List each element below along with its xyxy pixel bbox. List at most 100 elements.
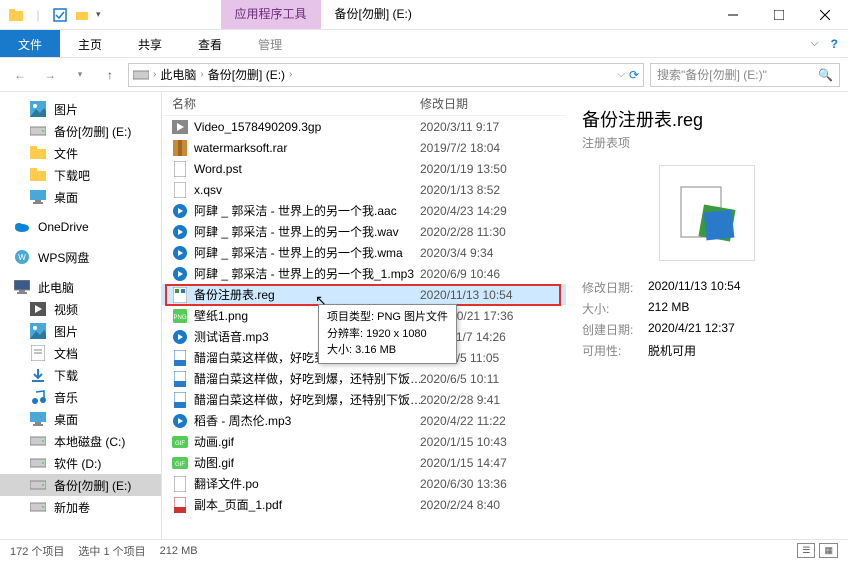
file-row[interactable]: watermarksoft.rar2019/7/2 18:04 xyxy=(162,137,566,158)
sidebar-item-label: 图片 xyxy=(54,323,78,340)
thispc-icon xyxy=(14,279,30,295)
file-name: x.qsv xyxy=(194,183,222,197)
sidebar-item[interactable]: 音乐 xyxy=(0,386,161,408)
detail-property: 可用性:脱机可用 xyxy=(582,342,832,359)
folder-icon xyxy=(30,145,46,161)
sidebar-item-label: 备份[勿删] (E:) xyxy=(54,123,131,140)
sidebar-item[interactable]: 本地磁盘 (C:) xyxy=(0,430,161,452)
pictures-icon xyxy=(30,101,46,117)
tab-view[interactable]: 查看 xyxy=(180,30,240,57)
file-date: 2020/6/9 10:46 xyxy=(420,267,550,281)
sidebar-item-label: 下载 xyxy=(54,367,78,384)
back-button[interactable]: ← xyxy=(8,63,32,87)
details-title: 备份注册表.reg xyxy=(582,106,832,132)
help-icon[interactable]: ? xyxy=(831,37,838,51)
file-row[interactable]: 备份注册表.reg2020/11/13 10:54 xyxy=(162,284,566,305)
audio-icon xyxy=(172,203,188,219)
forward-button[interactable]: → xyxy=(38,63,62,87)
sidebar-item[interactable]: 下载吧 xyxy=(0,164,161,186)
file-date: 2020/1/15 10:43 xyxy=(420,435,550,449)
audio-icon xyxy=(172,224,188,240)
breadcrumb-thispc[interactable]: 此电脑 xyxy=(160,66,196,83)
sidebar-item[interactable]: 桌面 xyxy=(0,186,161,208)
file-row[interactable]: 翻译文件.po2020/6/30 13:36 xyxy=(162,473,566,494)
dropdown-icon[interactable]: ⌵ xyxy=(617,69,625,80)
tab-file[interactable]: 文件 xyxy=(0,30,60,57)
tab-home[interactable]: 主页 xyxy=(60,30,120,57)
refresh-icon[interactable]: ⟳ xyxy=(629,68,639,82)
checkbox-icon[interactable] xyxy=(52,7,68,23)
sidebar-item[interactable]: WWPS网盘 xyxy=(0,246,161,268)
file-row[interactable]: 阿肆 _ 郭采洁 - 世界上的另一个我.wma2020/3/4 9:34 xyxy=(162,242,566,263)
sidebar-item[interactable]: 新加卷 xyxy=(0,496,161,518)
sidebar-item[interactable]: 下载 xyxy=(0,364,161,386)
minimize-button[interactable] xyxy=(710,0,756,29)
tab-manage[interactable]: 管理 xyxy=(240,30,300,57)
file-date: 2020/1/15 14:47 xyxy=(420,456,550,470)
file-list[interactable]: 名称 修改日期 Video_1578490209.3gp2020/3/11 9:… xyxy=(162,92,566,539)
sidebar-item-label: 桌面 xyxy=(54,189,78,206)
audio-icon xyxy=(172,245,188,261)
sidebar-item[interactable]: OneDrive xyxy=(0,216,161,238)
file-row[interactable]: GIF动图.gif2020/1/15 14:47 xyxy=(162,452,566,473)
file-row[interactable]: 醋溜白菜这样做，好吃到爆，还特别下饭…2020/2/28 9:41 xyxy=(162,389,566,410)
detail-property: 创建日期:2020/4/21 12:37 xyxy=(582,321,832,338)
dropdown-icon[interactable]: ▾ xyxy=(96,9,101,20)
expand-ribbon-icon[interactable]: ⌵ xyxy=(810,37,818,50)
file-name: 醋溜白菜这样做，好吃到… xyxy=(194,349,338,366)
up-button[interactable]: ↑ xyxy=(98,63,122,87)
address-input[interactable]: › 此电脑 › 备份[勿删] (E:) › ⌵ ⟳ xyxy=(128,63,644,87)
sidebar-item[interactable]: 文件 xyxy=(0,142,161,164)
sidebar-item[interactable]: 桌面 xyxy=(0,408,161,430)
videos-icon xyxy=(30,301,46,317)
audio-icon xyxy=(172,266,188,282)
file-row[interactable]: 副本_页面_1.pdf2020/2/24 8:40 xyxy=(162,494,566,515)
view-details-icon[interactable]: ☰ xyxy=(797,543,815,558)
context-tab[interactable]: 应用程序工具 xyxy=(221,0,321,29)
audio-icon xyxy=(172,413,188,429)
folder-small-icon[interactable] xyxy=(74,7,90,23)
prop-label: 创建日期: xyxy=(582,321,648,338)
column-name[interactable]: 名称 xyxy=(172,95,420,112)
close-button[interactable] xyxy=(802,0,848,29)
file-row[interactable]: Video_1578490209.3gp2020/3/11 9:17 xyxy=(162,116,566,137)
file-row[interactable]: 醋溜白菜这样做，好吃到爆，还特别下饭…2020/6/5 10:11 xyxy=(162,368,566,389)
search-input[interactable]: 搜索"备份[勿删] (E:)" 🔍 xyxy=(650,63,840,87)
sidebar-item[interactable]: 文档 xyxy=(0,342,161,364)
file-row[interactable]: GIF动画.gif2020/1/15 10:43 xyxy=(162,431,566,452)
chevron-icon[interactable]: › xyxy=(289,69,292,80)
tab-share[interactable]: 共享 xyxy=(120,30,180,57)
file-row[interactable]: 阿肆 _ 郭采洁 - 世界上的另一个我_1.mp32020/6/9 10:46 xyxy=(162,263,566,284)
details-pane: 备份注册表.reg 注册表项 修改日期:2020/11/13 10:54大小:2… xyxy=(566,92,848,539)
sidebar-item[interactable]: 图片 xyxy=(0,320,161,342)
maximize-button[interactable] xyxy=(756,0,802,29)
column-date[interactable]: 修改日期 xyxy=(420,95,550,112)
file-date: 2020/6/30 13:36 xyxy=(420,477,550,491)
file-row[interactable]: Word.pst2020/1/19 13:50 xyxy=(162,158,566,179)
desktop-icon xyxy=(30,411,46,427)
file-row[interactable]: 阿肆 _ 郭采洁 - 世界上的另一个我.aac2020/4/23 14:29 xyxy=(162,200,566,221)
sidebar-item-label: 此电脑 xyxy=(38,279,74,296)
navigation-pane[interactable]: 图片备份[勿删] (E:)文件下载吧桌面OneDriveWWPS网盘此电脑视频图… xyxy=(0,92,162,539)
sidebar-item[interactable]: 备份[勿删] (E:) xyxy=(0,120,161,142)
documents-icon xyxy=(30,345,46,361)
file-icon xyxy=(172,182,188,198)
sidebar-item[interactable]: 此电脑 xyxy=(0,276,161,298)
sidebar-item[interactable]: 软件 (D:) xyxy=(0,452,161,474)
drive-icon xyxy=(30,123,46,139)
view-icons-icon[interactable]: ▦ xyxy=(819,543,838,558)
prop-label: 可用性: xyxy=(582,342,648,359)
file-row[interactable]: 稻香 - 周杰伦.mp32020/4/22 11:22 xyxy=(162,410,566,431)
sidebar-item[interactable]: 图片 xyxy=(0,98,161,120)
chevron-icon[interactable]: › xyxy=(153,69,156,80)
chevron-icon[interactable]: › xyxy=(200,69,203,80)
sidebar-item[interactable]: 视频 xyxy=(0,298,161,320)
breadcrumb-location[interactable]: 备份[勿删] (E:) xyxy=(208,66,285,83)
history-dropdown[interactable]: ▾ xyxy=(68,63,92,87)
file-row[interactable]: 阿肆 _ 郭采洁 - 世界上的另一个我.wav2020/2/28 11:30 xyxy=(162,221,566,242)
sidebar-item[interactable]: 备份[勿删] (E:) xyxy=(0,474,161,496)
window-controls xyxy=(710,0,848,29)
status-count: 172 个项目 xyxy=(10,543,64,559)
pdf-icon xyxy=(172,497,188,513)
file-row[interactable]: x.qsv2020/1/13 8:52 xyxy=(162,179,566,200)
